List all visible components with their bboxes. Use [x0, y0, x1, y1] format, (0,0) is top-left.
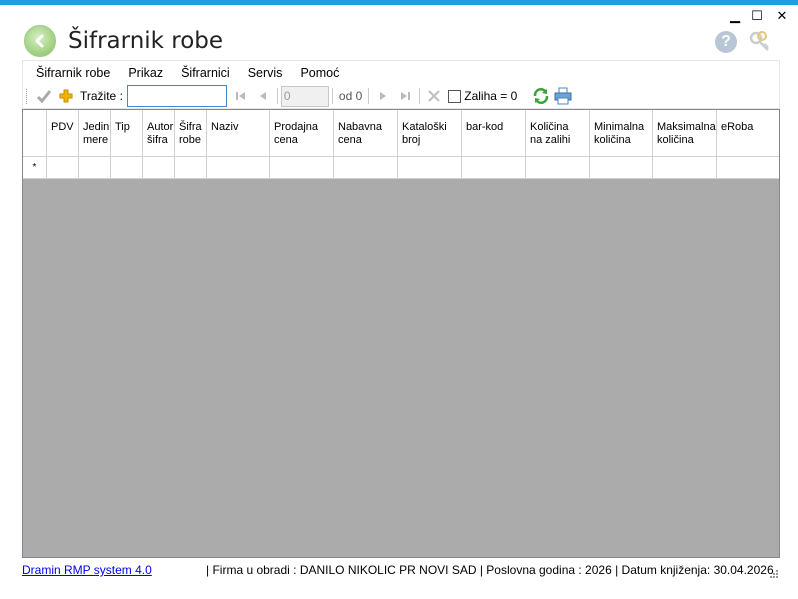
toolbar-grip[interactable]	[26, 88, 29, 104]
toolbar-separator	[331, 88, 333, 104]
menu-prikaz[interactable]: Prikaz	[119, 62, 172, 84]
status-info: | Firma u obradi : DANILO NIKOLIC PR NOV…	[206, 563, 774, 577]
column-header[interactable]: Nabavna cena	[334, 110, 398, 157]
column-header[interactable]: PDV	[47, 110, 79, 157]
previous-record-icon[interactable]	[254, 87, 272, 105]
grid-cell[interactable]	[175, 157, 207, 179]
data-grid[interactable]: PDV Jedin mere Tip Autor šifra Šifra rob…	[22, 109, 780, 558]
grid-cell[interactable]	[79, 157, 111, 179]
column-header[interactable]: Kataloški broj	[398, 110, 462, 157]
new-row-marker[interactable]: *	[23, 157, 47, 179]
grid-cell[interactable]	[462, 157, 526, 179]
delete-icon[interactable]	[425, 87, 443, 105]
resize-grip-icon[interactable]	[768, 567, 778, 578]
column-header[interactable]: Tip	[111, 110, 143, 157]
column-header[interactable]: Minimalna količina	[590, 110, 653, 157]
keys-icon[interactable]	[748, 30, 772, 54]
back-button[interactable]	[24, 25, 56, 57]
column-header[interactable]: Količina na zalihi	[526, 110, 590, 157]
new-row[interactable]: *	[23, 157, 779, 179]
search-label: Tražite :	[80, 89, 123, 103]
last-record-icon[interactable]	[396, 87, 414, 105]
column-header[interactable]: Maksimalna količina	[653, 110, 717, 157]
grid-header: PDV Jedin mere Tip Autor šifra Šifra rob…	[23, 110, 779, 157]
refresh-icon[interactable]	[532, 87, 550, 105]
column-header[interactable]: Šifra robe	[175, 110, 207, 157]
help-icon[interactable]: ?	[715, 31, 737, 53]
first-record-icon[interactable]	[232, 87, 250, 105]
minimize-button[interactable]: ▁	[724, 8, 746, 24]
menu-sifrarnici[interactable]: Šifrarnici	[172, 62, 239, 84]
column-header[interactable]: Autor šifra	[143, 110, 175, 157]
grid-cell[interactable]	[270, 157, 334, 179]
toolbar-separator	[276, 88, 278, 104]
check-icon[interactable]	[35, 87, 53, 105]
row-header-corner	[23, 110, 47, 157]
grid-cell[interactable]	[207, 157, 270, 179]
product-link[interactable]: Dramin RMP system 4.0	[22, 563, 200, 577]
add-icon[interactable]	[57, 87, 75, 105]
grid-cell[interactable]	[717, 157, 779, 179]
record-count-label: od 0	[338, 89, 363, 103]
maximize-button[interactable]: ☐	[746, 8, 768, 24]
toolbar: Tražite : od 0 Zaliha = 0	[22, 84, 780, 109]
grid-cell[interactable]	[653, 157, 717, 179]
status-bar: Dramin RMP system 4.0 | Firma u obradi :…	[22, 561, 780, 579]
column-header[interactable]: bar-kod	[462, 110, 526, 157]
column-header[interactable]: Prodajna cena	[270, 110, 334, 157]
grid-cell[interactable]	[47, 157, 79, 179]
menu-pomoc[interactable]: Pomoć	[291, 62, 348, 84]
zaliha-checkbox[interactable]	[448, 89, 462, 103]
menu-sifrarnik-robe[interactable]: Šifrarnik robe	[27, 62, 119, 84]
position-input[interactable]	[280, 85, 329, 107]
grid-cell[interactable]	[334, 157, 398, 179]
toolbar-separator	[419, 88, 421, 104]
grid-cell[interactable]	[143, 157, 175, 179]
grid-cell[interactable]	[590, 157, 653, 179]
column-header[interactable]: eRoba	[717, 110, 779, 157]
window-accent-bar	[0, 0, 798, 5]
printer-icon[interactable]	[554, 87, 572, 105]
back-arrow-icon	[35, 34, 44, 48]
menu-bar: Šifrarnik robe Prikaz Šifrarnici Servis …	[22, 60, 780, 84]
close-button[interactable]: ✕	[771, 8, 793, 24]
zaliha-label: Zaliha = 0	[464, 89, 518, 103]
next-record-icon[interactable]	[374, 87, 392, 105]
toolbar-separator	[368, 88, 370, 104]
grid-cell[interactable]	[398, 157, 462, 179]
column-header[interactable]: Naziv	[207, 110, 270, 157]
grid-cell[interactable]	[111, 157, 143, 179]
page-header: Šifrarnik robe	[24, 24, 223, 58]
search-input[interactable]	[126, 85, 227, 107]
grid-cell[interactable]	[526, 157, 590, 179]
column-header[interactable]: Jedin mere	[79, 110, 111, 157]
page-title: Šifrarnik robe	[68, 28, 224, 54]
menu-servis[interactable]: Servis	[239, 62, 292, 84]
